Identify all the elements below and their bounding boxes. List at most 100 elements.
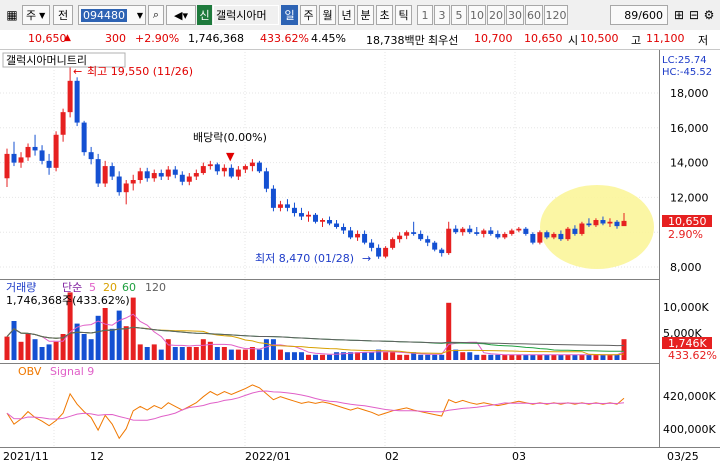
candle-body bbox=[383, 247, 389, 257]
period-button-60[interactable]: 60 bbox=[525, 5, 543, 25]
chart-tool-icon[interactable]: ⊟ bbox=[687, 6, 701, 24]
candle-body bbox=[270, 188, 276, 208]
unit-tab-0[interactable]: 일 bbox=[281, 5, 298, 25]
count-field[interactable]: 89/600 bbox=[610, 5, 668, 25]
candle-body bbox=[614, 221, 620, 227]
candle-body bbox=[102, 166, 108, 184]
open-label: 시 bbox=[568, 34, 579, 47]
low-annotation: 최저 8,470 (01/28) bbox=[255, 252, 354, 265]
stock-chart[interactable]: 18,00016,00014,00012,0008,00010,000K5,00… bbox=[0, 50, 720, 465]
candle-body bbox=[109, 166, 115, 177]
period-button-120[interactable]: 120 bbox=[544, 5, 568, 25]
candle-body bbox=[151, 173, 157, 179]
volume-bar bbox=[593, 354, 599, 360]
unit-tab-6[interactable]: 틱 bbox=[395, 5, 412, 25]
obv-title: OBV bbox=[18, 365, 42, 378]
volume-bar bbox=[404, 354, 410, 360]
date-tick-label: 2021/11 bbox=[3, 450, 49, 463]
high-price: 11,100 bbox=[646, 32, 685, 45]
market-select[interactable]: 주 ▼ bbox=[22, 5, 50, 25]
current-rate-tag: 2.90% bbox=[668, 228, 703, 241]
volume-bar bbox=[256, 349, 262, 360]
volume-bar bbox=[25, 334, 31, 360]
dividend-annotation: 배당락(0.00%) bbox=[193, 131, 267, 144]
volume-value: 1,746,368주(433.62%) bbox=[6, 294, 130, 307]
ma120-label: 120 bbox=[145, 281, 166, 294]
price-tick-label: 8,000 bbox=[670, 261, 702, 274]
candle-body bbox=[186, 176, 192, 182]
volume-bar bbox=[614, 354, 620, 360]
unit-tab-5[interactable]: 초 bbox=[376, 5, 393, 25]
period-button-3[interactable]: 3 bbox=[434, 5, 450, 25]
volume-bar bbox=[88, 339, 94, 360]
candle-body bbox=[200, 166, 206, 174]
volume-bar bbox=[579, 354, 585, 360]
volume-bar bbox=[39, 347, 45, 360]
candle-body bbox=[446, 228, 452, 254]
candle-body bbox=[607, 221, 613, 224]
volume-bar bbox=[530, 354, 536, 360]
candle-body bbox=[313, 214, 318, 222]
volume-bar bbox=[460, 352, 466, 360]
best-bid: 10,650 bbox=[524, 32, 563, 45]
volume-bar bbox=[355, 352, 361, 360]
period-button-1[interactable]: 1 bbox=[417, 5, 433, 25]
candle-body bbox=[298, 213, 304, 217]
candle-body bbox=[256, 162, 262, 172]
candle-body bbox=[291, 207, 297, 214]
candle-body bbox=[46, 160, 52, 168]
volume-bar bbox=[235, 349, 241, 360]
volume-bar bbox=[4, 336, 10, 360]
volume-bar bbox=[130, 297, 136, 360]
code-input[interactable]: 094480 ▼ bbox=[78, 5, 146, 25]
unit-tab-3[interactable]: 년 bbox=[338, 5, 355, 25]
candle-body bbox=[502, 233, 508, 238]
current-price-tag-text: 10,650 bbox=[668, 215, 707, 228]
period-button-5[interactable]: 5 bbox=[451, 5, 467, 25]
prev-button[interactable]: 전 bbox=[53, 5, 73, 25]
volume-bar bbox=[572, 354, 578, 360]
candle-body bbox=[214, 164, 220, 172]
candle-body bbox=[25, 146, 31, 158]
search-icon[interactable]: ⌕ bbox=[148, 5, 164, 25]
period-button-20[interactable]: 20 bbox=[487, 5, 505, 25]
volume-bar bbox=[397, 354, 403, 360]
candle-body bbox=[348, 230, 354, 238]
current-price: 10,650 bbox=[28, 32, 67, 45]
grid-icon[interactable]: ▦ bbox=[2, 6, 22, 24]
period-button-10[interactable]: 10 bbox=[468, 5, 486, 25]
unit-tab-4[interactable]: 분 bbox=[357, 5, 374, 25]
unit-tab-1[interactable]: 주 bbox=[300, 5, 317, 25]
candle-body bbox=[88, 152, 94, 160]
volume-bar bbox=[551, 354, 557, 360]
volume-bar bbox=[488, 354, 494, 360]
unit-tab-2[interactable]: 월 bbox=[319, 5, 336, 25]
volume-bar bbox=[116, 310, 122, 360]
candle-body bbox=[600, 220, 606, 224]
market-label: 주 bbox=[26, 9, 37, 22]
ma60-label: 60 bbox=[122, 281, 136, 294]
candle-body bbox=[593, 220, 599, 226]
period-button-30[interactable]: 30 bbox=[506, 5, 524, 25]
candle-body bbox=[460, 228, 466, 233]
candle-body bbox=[137, 171, 143, 180]
volume-bar bbox=[327, 354, 333, 360]
volume-bar bbox=[467, 352, 473, 360]
volume-bar bbox=[18, 341, 24, 360]
candle-body bbox=[558, 233, 564, 240]
settings-icon[interactable]: ⚙ bbox=[702, 6, 716, 24]
credit-badge: 신 bbox=[197, 5, 212, 25]
volume-bar bbox=[362, 352, 368, 360]
turnover: 4.45% bbox=[311, 32, 346, 45]
candle-body bbox=[95, 159, 101, 184]
candle-body bbox=[123, 183, 129, 193]
candle-body bbox=[530, 233, 536, 243]
candle-body bbox=[411, 232, 417, 234]
volume-bar bbox=[453, 349, 459, 360]
candle-body bbox=[579, 223, 585, 234]
volume-bar bbox=[376, 349, 382, 360]
speaker-icon[interactable]: ◀▾ bbox=[166, 5, 196, 25]
layout-icon[interactable]: ⊞ bbox=[672, 6, 686, 24]
candle-body bbox=[544, 232, 550, 238]
volume-bar bbox=[158, 349, 164, 360]
